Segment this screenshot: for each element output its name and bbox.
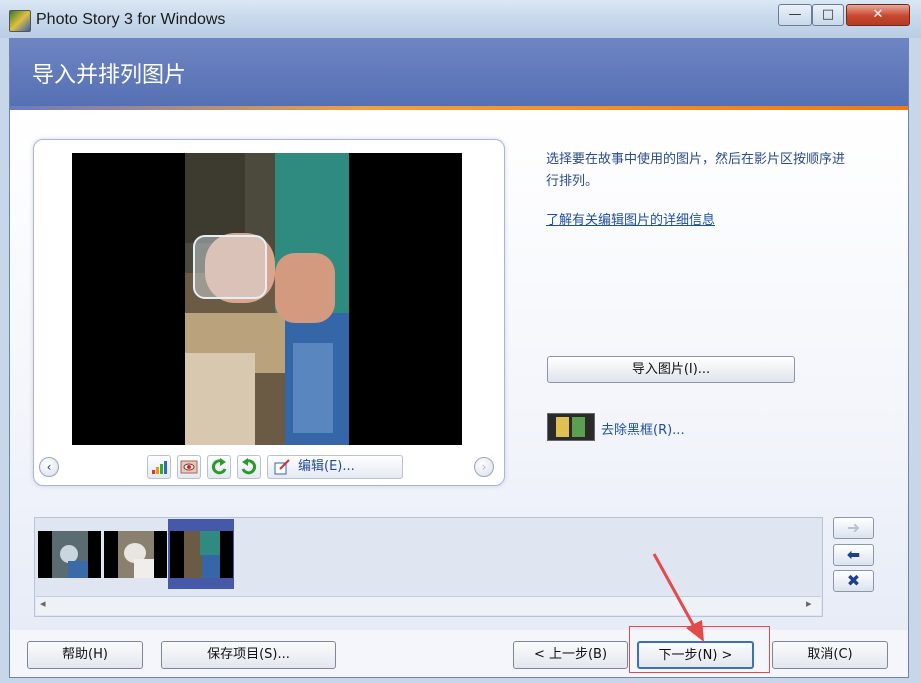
import-pictures-button[interactable]: 导入图片(I)... bbox=[547, 356, 795, 383]
edit-pen-icon bbox=[274, 459, 290, 475]
edit-button-label: 编辑(E)... bbox=[298, 459, 355, 474]
annotation-arrow-icon bbox=[652, 553, 704, 642]
red-eye-icon bbox=[180, 460, 198, 474]
levels-button[interactable] bbox=[147, 455, 171, 479]
filmstrip-thumbnail-2[interactable] bbox=[104, 531, 167, 578]
rotate-left-icon bbox=[211, 458, 227, 475]
edit-toolbar: 编辑(E)... bbox=[145, 454, 403, 480]
rotate-left-button[interactable] bbox=[207, 455, 231, 479]
photo-preview bbox=[72, 153, 462, 445]
remove-black-borders-link[interactable]: 去除黑框(R)... bbox=[601, 419, 685, 438]
levels-icon bbox=[152, 461, 167, 474]
move-right-button[interactable]: ➜ bbox=[833, 517, 874, 539]
cancel-button[interactable]: 取消(C) bbox=[772, 641, 888, 669]
previous-photo-button[interactable]: ‹ bbox=[39, 457, 59, 477]
close-button[interactable]: ✕ bbox=[846, 4, 910, 26]
next-photo-button[interactable]: › bbox=[474, 457, 494, 477]
window-title: Photo Story 3 for Windows bbox=[36, 11, 226, 28]
edit-button[interactable]: 编辑(E)... bbox=[267, 455, 403, 479]
save-project-button[interactable]: 保存项目(S)... bbox=[161, 641, 336, 669]
help-button[interactable]: 帮助(H) bbox=[27, 641, 143, 669]
move-left-button[interactable]: ⬅ bbox=[833, 544, 874, 566]
red-eye-button[interactable] bbox=[177, 455, 201, 479]
back-button[interactable]: < 上一步(B) bbox=[513, 641, 628, 669]
scroll-left-arrow-icon[interactable]: ◂ bbox=[40, 597, 46, 610]
instructions-text: 选择要在故事中使用的图片，然后在影片区按顺序进行排列。 bbox=[546, 152, 846, 189]
rotate-right-icon bbox=[241, 458, 257, 475]
maximize-button[interactable]: □ bbox=[812, 4, 844, 26]
minimize-button[interactable]: — bbox=[778, 4, 812, 26]
photo-story-app-icon bbox=[9, 10, 31, 32]
filmstrip-thumbnail-1[interactable] bbox=[38, 531, 101, 578]
scroll-right-arrow-icon[interactable]: ▸ bbox=[806, 597, 812, 610]
delete-picture-button[interactable]: ✖ bbox=[833, 570, 874, 592]
edit-help-link[interactable]: 了解有关编辑图片的详细信息 bbox=[546, 209, 715, 228]
page-title: 导入并排列图片 bbox=[32, 63, 187, 88]
filmstrip-thumbnail-3[interactable] bbox=[170, 531, 233, 578]
rotate-right-button[interactable] bbox=[237, 455, 261, 479]
remove-black-borders-icon[interactable] bbox=[547, 413, 595, 441]
preview-photo bbox=[185, 153, 349, 445]
